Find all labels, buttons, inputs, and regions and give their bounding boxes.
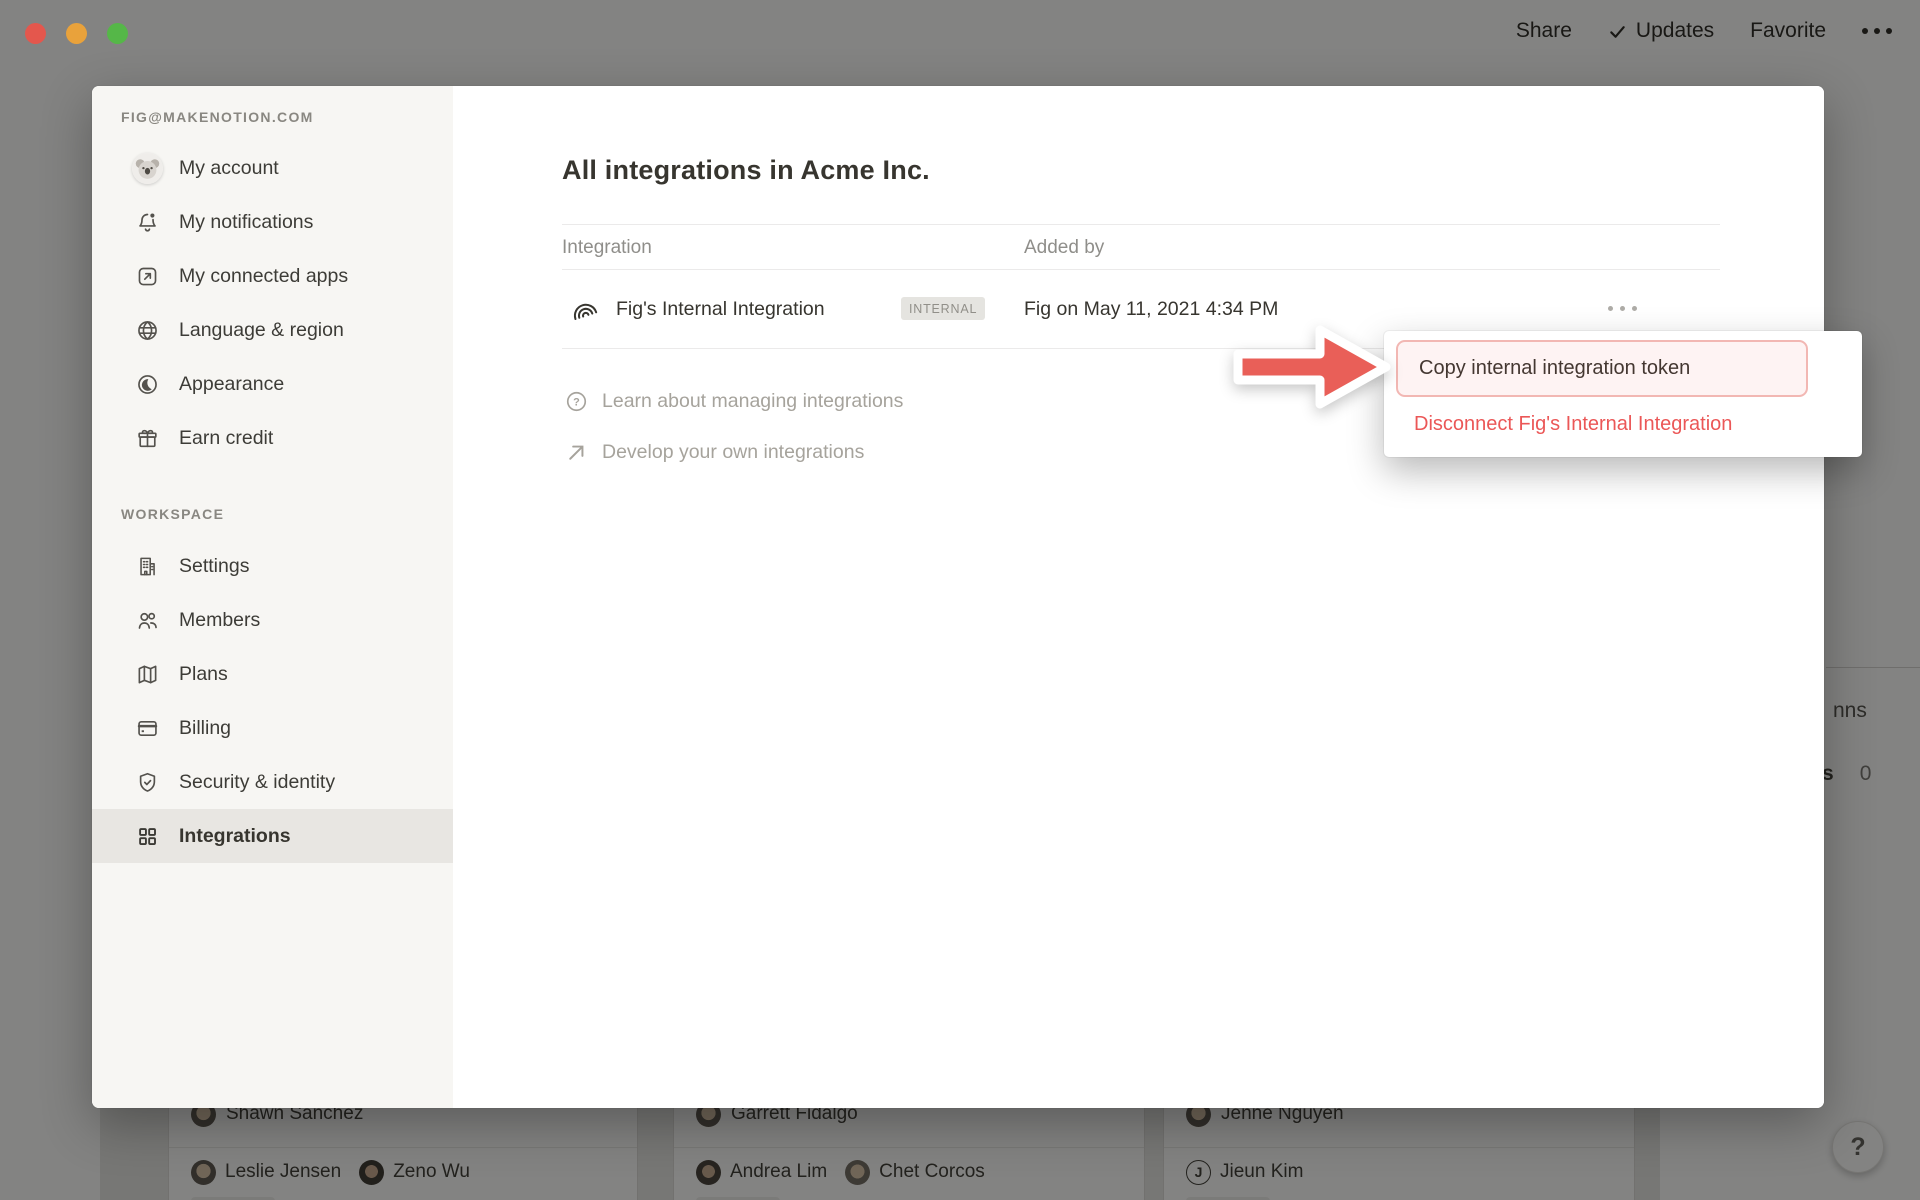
sidebar-item-label: Integrations (179, 825, 291, 848)
connected-apps-icon (130, 259, 164, 293)
sidebar-item-label: Settings (179, 555, 249, 578)
sidebar-item-label: Plans (179, 663, 228, 686)
moon-icon (130, 367, 164, 401)
bell-icon (130, 205, 164, 239)
settings-dialog: FIG@MAKENOTION.COM My account My notific… (92, 86, 1824, 1108)
sidebar-item-my-notifications[interactable]: My notifications (92, 195, 453, 249)
globe-icon (130, 313, 164, 347)
sidebar-item-label: Earn credit (179, 427, 273, 450)
sidebar-item-plans[interactable]: Plans (92, 647, 453, 701)
table-divider (562, 224, 1720, 225)
grid-icon (130, 819, 164, 853)
workspace-section-label: WORKSPACE (121, 506, 453, 522)
zoom-window-icon[interactable] (107, 23, 128, 44)
close-window-icon[interactable] (25, 23, 46, 44)
settings-sidebar: FIG@MAKENOTION.COM My account My notific… (92, 86, 453, 1108)
sidebar-item-label: My notifications (179, 211, 313, 234)
column-header-integration: Integration (562, 228, 652, 268)
page-title: All integrations in Acme Inc. (562, 155, 930, 186)
sidebar-item-label: Members (179, 609, 260, 632)
gift-icon (130, 421, 164, 455)
integrations-panel: All integrations in Acme Inc. Integratio… (453, 86, 1824, 1108)
credit-card-icon (130, 711, 164, 745)
sidebar-item-appearance[interactable]: Appearance (92, 357, 453, 411)
copy-token-menu-item[interactable]: Copy internal integration token (1419, 340, 1690, 397)
row-more-options-icon[interactable] (1602, 300, 1643, 317)
user-avatar-icon (130, 151, 164, 185)
sidebar-item-billing[interactable]: Billing (92, 701, 453, 755)
building-icon (130, 549, 164, 583)
sidebar-item-language-region[interactable]: Language & region (92, 303, 453, 357)
screen: Share Updates Favorite nns s0 Shawn Sanc… (0, 0, 1920, 1200)
sidebar-item-earn-credit[interactable]: Earn credit (92, 411, 453, 465)
window-controls (25, 23, 128, 44)
tutorial-arrow-icon (1226, 318, 1396, 416)
minimize-window-icon[interactable] (66, 23, 87, 44)
disconnect-menu-item[interactable]: Disconnect Fig's Internal Integration (1414, 408, 1732, 446)
account-email-label: FIG@MAKENOTION.COM (121, 109, 314, 125)
internal-badge: INTERNAL (901, 297, 985, 320)
sidebar-item-label: Appearance (179, 373, 284, 396)
sidebar-item-members[interactable]: Members (92, 593, 453, 647)
sidebar-item-my-account[interactable]: My account (92, 141, 453, 195)
sidebar-item-settings[interactable]: Settings (92, 539, 453, 593)
shield-check-icon (130, 765, 164, 799)
sidebar-item-security-identity[interactable]: Security & identity (92, 755, 453, 809)
sidebar-item-label: My account (179, 157, 279, 180)
integration-logo-icon (568, 293, 600, 325)
column-header-added-by: Added by (1024, 228, 1104, 268)
map-icon (130, 657, 164, 691)
sidebar-item-label: Billing (179, 717, 231, 740)
svg-text:?: ? (573, 396, 580, 408)
help-circle-icon: ? (564, 389, 589, 414)
integration-name: Fig's Internal Integration (616, 270, 825, 348)
sidebar-item-integrations[interactable]: Integrations (92, 809, 453, 863)
members-icon (130, 603, 164, 637)
sidebar-menu: My account My notifications My connected… (92, 141, 453, 863)
sidebar-item-my-connected-apps[interactable]: My connected apps (92, 249, 453, 303)
sidebar-item-label: My connected apps (179, 265, 348, 288)
integration-context-menu: Copy internal integration token Disconne… (1384, 331, 1862, 457)
arrow-up-right-icon (564, 440, 589, 465)
sidebar-item-label: Security & identity (179, 771, 335, 794)
sidebar-item-label: Language & region (179, 319, 344, 342)
table-header: Integration Added by (562, 228, 1720, 268)
